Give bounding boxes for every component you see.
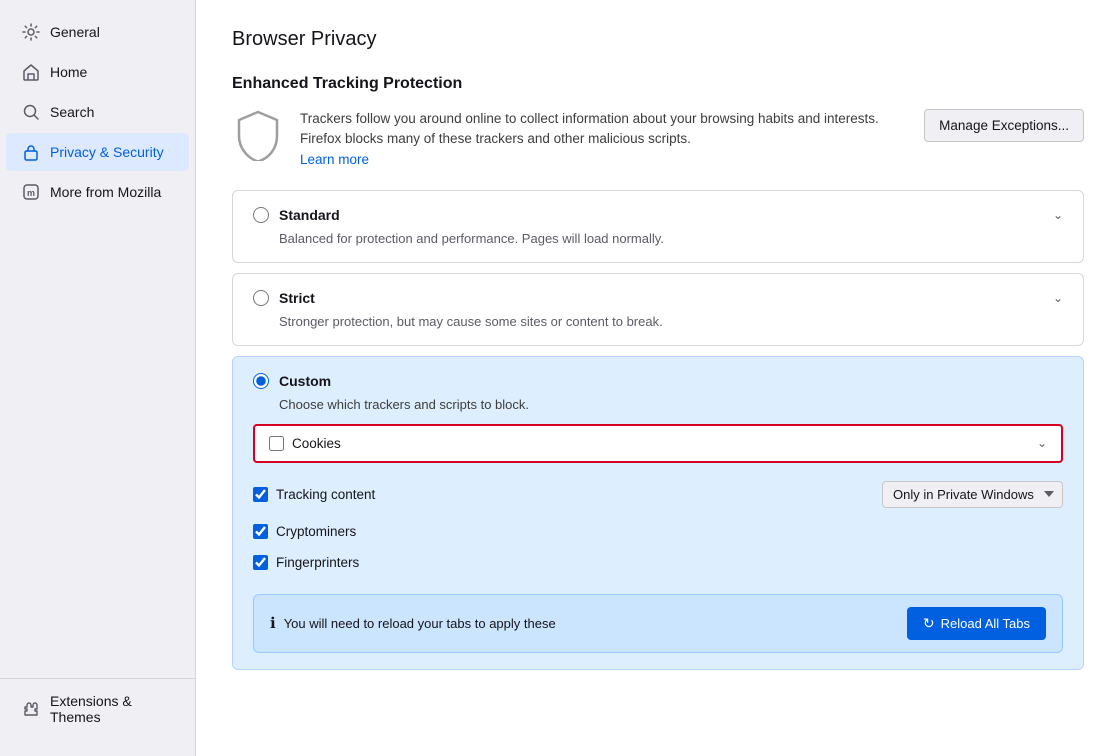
sidebar-bottom: Extensions & Themes <box>0 674 195 744</box>
custom-label: Custom <box>279 373 331 389</box>
sidebar-item-general[interactable]: General <box>6 13 189 51</box>
custom-radio[interactable] <box>253 373 269 389</box>
standard-label: Standard <box>279 207 340 223</box>
standard-option: Standard ⌄ Balanced for protection and p… <box>232 190 1084 263</box>
custom-desc: Choose which trackers and scripts to blo… <box>279 397 1063 412</box>
cryptominers-checkbox[interactable] <box>253 524 268 539</box>
sidebar-item-search-label: Search <box>50 104 94 120</box>
gear-icon <box>22 23 40 41</box>
home-icon <box>22 63 40 81</box>
strict-desc: Stronger protection, but may cause some … <box>279 314 1063 329</box>
page-title: Browser Privacy <box>232 28 1084 51</box>
fingerprinters-checkbox[interactable] <box>253 555 268 570</box>
tracking-content-label: Tracking content <box>276 487 375 502</box>
cookies-row: Cookies ⌄ <box>253 424 1063 463</box>
learn-more-link[interactable]: Learn more <box>300 152 369 167</box>
sidebar-nav: General Home Search <box>0 12 195 212</box>
sidebar-item-search[interactable]: Search <box>6 93 189 131</box>
etp-text: Trackers follow you around online to col… <box>300 109 908 170</box>
strict-chevron-icon: ⌄ <box>1053 291 1063 305</box>
reload-banner: ℹ You will need to reload your tabs to a… <box>253 594 1063 653</box>
sidebar-item-home[interactable]: Home <box>6 53 189 91</box>
main-content: Browser Privacy Enhanced Tracking Protec… <box>196 0 1120 756</box>
sidebar-item-mozilla-label: More from Mozilla <box>50 184 161 200</box>
sidebar-item-home-label: Home <box>50 64 87 80</box>
section-title: Enhanced Tracking Protection <box>232 75 1084 93</box>
manage-exceptions-button[interactable]: Manage Exceptions... <box>924 109 1084 142</box>
fingerprinters-row: Fingerprinters <box>253 547 1063 578</box>
sidebar-item-extensions-label: Extensions & Themes <box>50 693 173 725</box>
fingerprinters-label: Fingerprinters <box>276 555 359 570</box>
shield-icon <box>232 109 284 161</box>
reload-banner-text: You will need to reload your tabs to app… <box>284 616 556 631</box>
info-icon: ℹ <box>270 614 276 632</box>
search-icon <box>22 103 40 121</box>
sidebar-item-privacy-label: Privacy & Security <box>50 144 164 160</box>
reload-all-tabs-button[interactable]: ↻ Reload All Tabs <box>907 607 1046 640</box>
sidebar-item-privacy[interactable]: Privacy & Security <box>6 133 189 171</box>
sidebar-item-extensions[interactable]: Extensions & Themes <box>6 683 189 735</box>
sidebar-item-general-label: General <box>50 24 100 40</box>
tracking-content-row: Tracking content In all Windows Only in … <box>253 473 1063 516</box>
tracking-content-checkbox[interactable] <box>253 487 268 502</box>
strict-label: Strict <box>279 290 315 306</box>
cookies-chevron-icon: ⌄ <box>1037 436 1047 450</box>
puzzle-icon <box>22 700 40 718</box>
etp-description-row: Trackers follow you around online to col… <box>232 109 1084 170</box>
lock-icon <box>22 143 40 161</box>
custom-option: Custom Choose which trackers and scripts… <box>232 356 1084 670</box>
cookies-checkbox[interactable] <box>269 436 284 451</box>
standard-desc: Balanced for protection and performance.… <box>279 231 1063 246</box>
strict-radio[interactable] <box>253 290 269 306</box>
sidebar-item-mozilla[interactable]: m More from Mozilla <box>6 173 189 211</box>
standard-radio[interactable] <box>253 207 269 223</box>
tracking-content-select[interactable]: In all Windows Only in Private Windows <box>882 481 1063 508</box>
cryptominers-label: Cryptominers <box>276 524 356 539</box>
mozilla-icon: m <box>22 183 40 201</box>
sidebar: General Home Search <box>0 0 196 756</box>
cookies-label: Cookies <box>292 436 341 451</box>
cryptominers-row: Cryptominers <box>253 516 1063 547</box>
reload-icon: ↻ <box>923 615 935 632</box>
standard-chevron-icon: ⌄ <box>1053 208 1063 222</box>
svg-text:m: m <box>27 188 35 198</box>
strict-option: Strict ⌄ Stronger protection, but may ca… <box>232 273 1084 346</box>
